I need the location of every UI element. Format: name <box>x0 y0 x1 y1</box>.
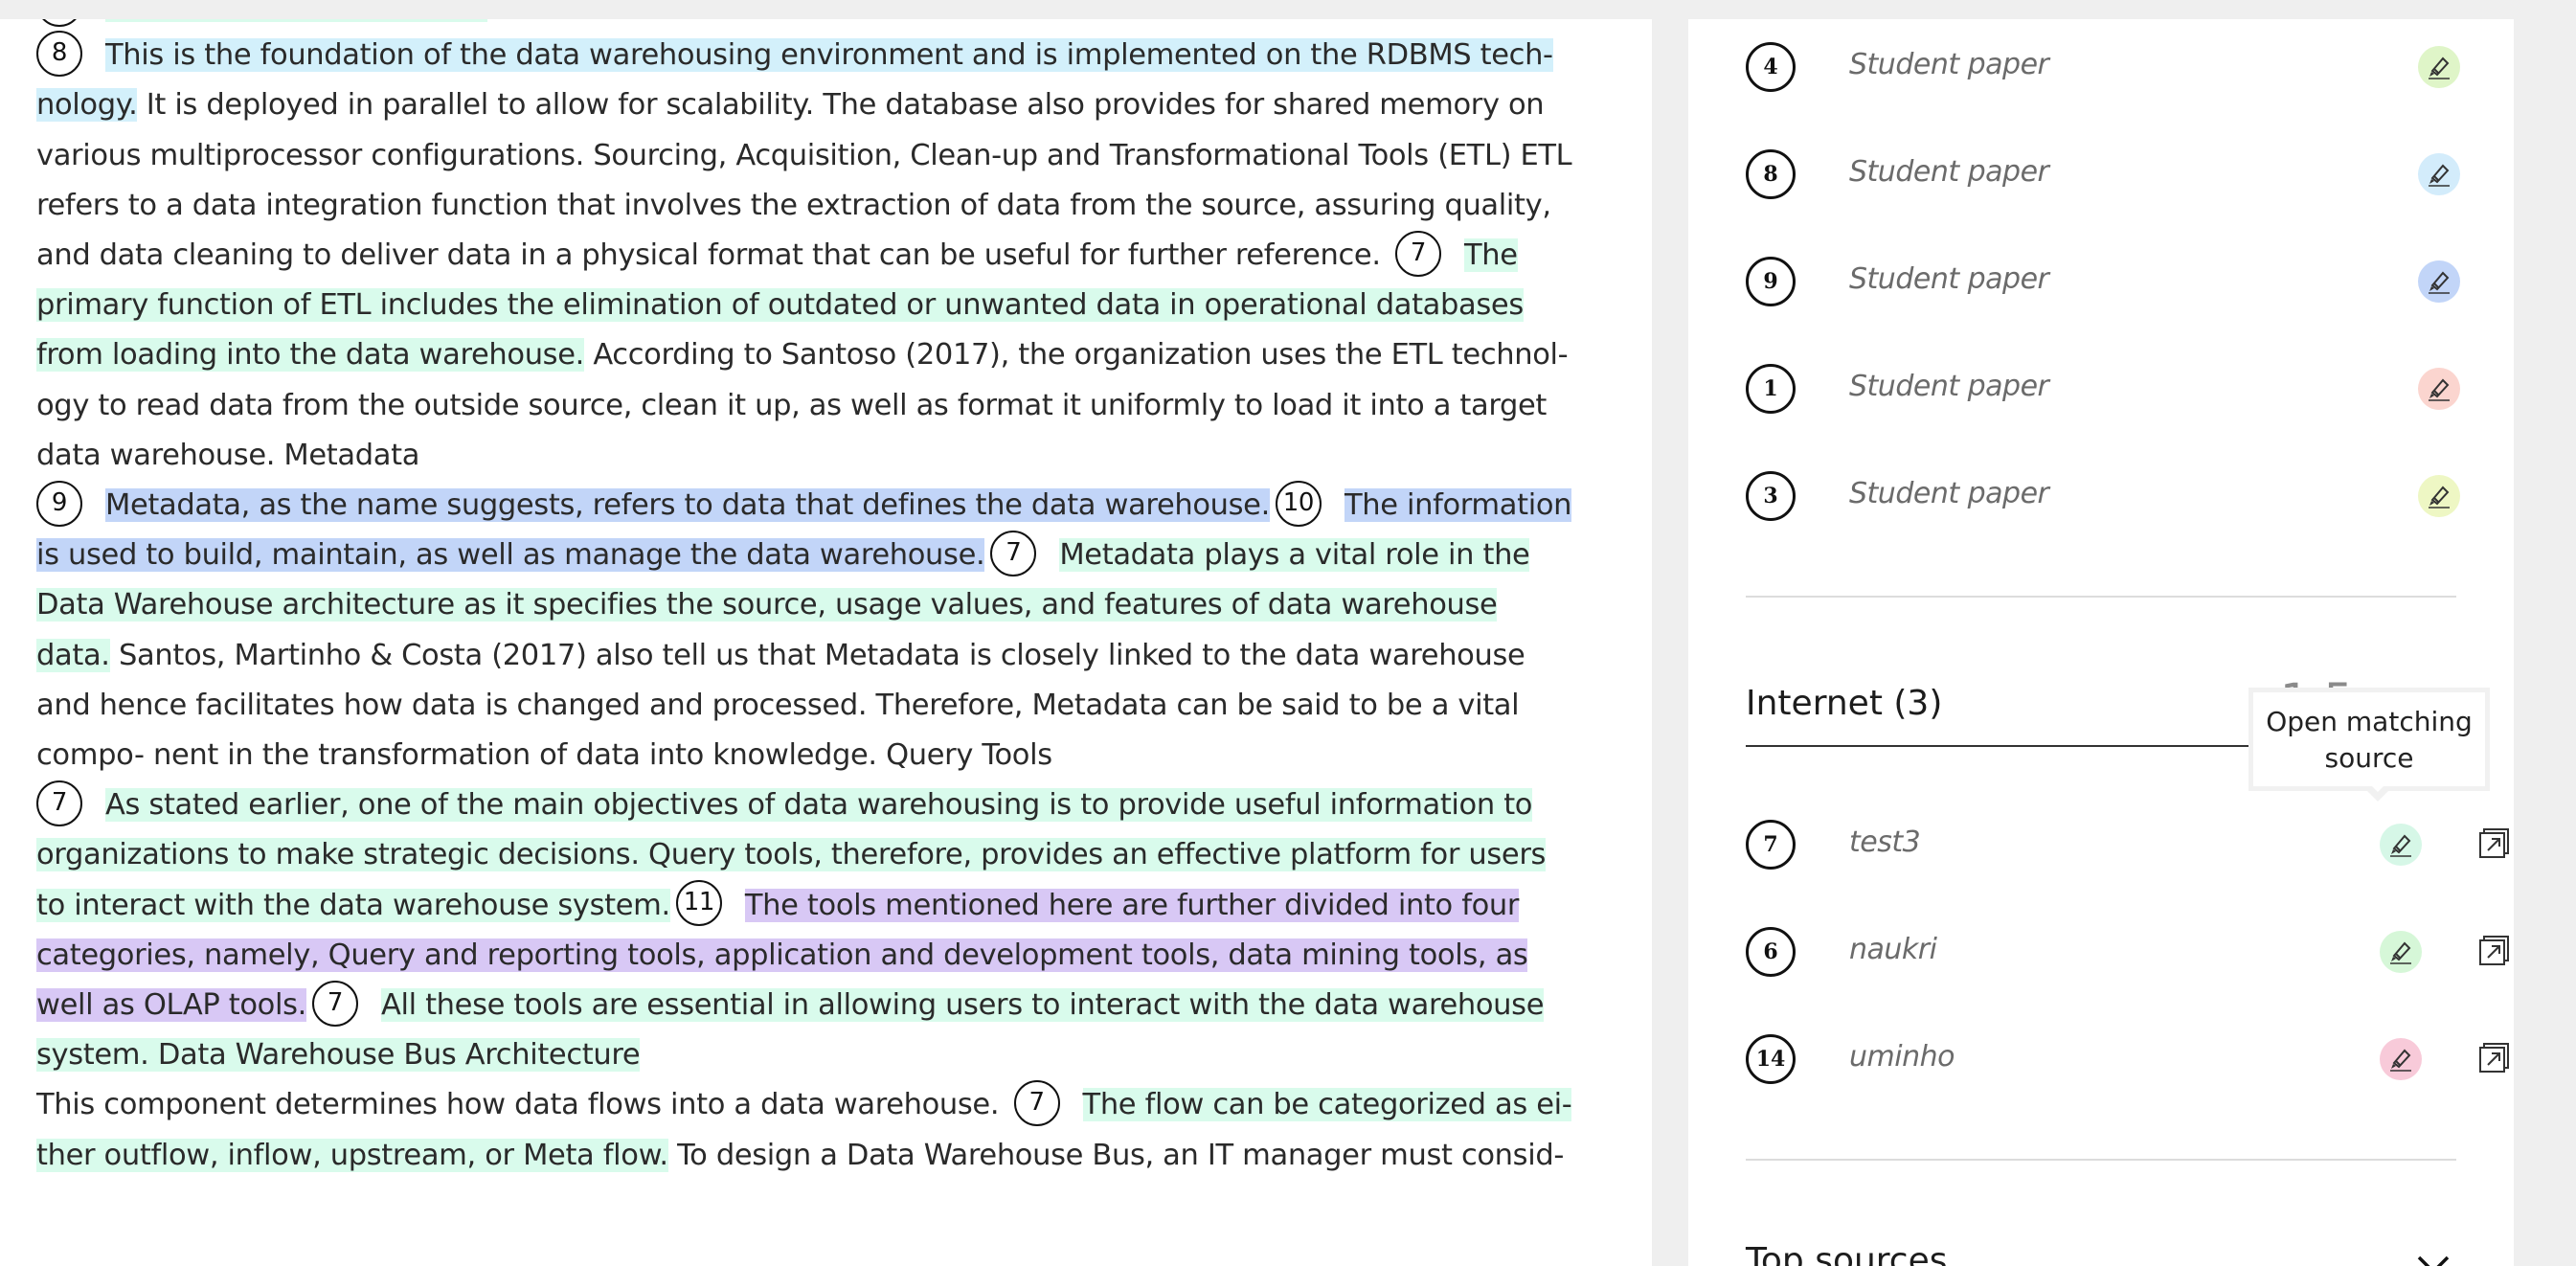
match-overview-panel: 4 Student paper 8 Student paper 9 Student pap… <box>1688 19 2514 1266</box>
open-source-icon[interactable] <box>2477 1040 2514 1078</box>
source-label: naukri <box>1849 933 1937 966</box>
highlighter-icon[interactable] <box>2418 46 2460 88</box>
source-number-badge: 6 <box>1746 927 1796 977</box>
top-sources-title: Top sources <box>1746 1241 1948 1266</box>
match-number-badge[interactable]: 10 <box>1275 480 1322 527</box>
source-number-badge: 3 <box>1746 471 1796 521</box>
source-row[interactable]: 9 Student paper <box>1746 241 2474 318</box>
source-row[interactable]: 4 Student paper <box>1746 27 2474 103</box>
source-number-badge: 14 <box>1746 1034 1796 1084</box>
match-number-badge[interactable]: 7 <box>1013 1079 1060 1126</box>
chevron-down-icon[interactable] <box>2416 1255 2451 1266</box>
tooltip-arrow <box>2362 781 2393 802</box>
highlighter-icon[interactable] <box>2380 931 2422 973</box>
match-number-badge[interactable]: 11 <box>675 880 722 927</box>
top-sources-header[interactable]: Top sources <box>1746 1233 2456 1266</box>
highlighter-icon[interactable] <box>2418 153 2460 195</box>
source-number-badge: 1 <box>1746 364 1796 414</box>
source-label: Student paper <box>1849 155 2049 189</box>
body-text: Santos, Martinho & Costa (2017) also tel… <box>36 638 1525 773</box>
section-divider <box>1746 1159 2456 1161</box>
section-divider <box>1746 596 2456 598</box>
highlighter-icon[interactable] <box>2418 260 2460 303</box>
highlighter-icon[interactable] <box>2380 1038 2422 1080</box>
source-label: Student paper <box>1849 48 2049 81</box>
source-row[interactable]: 6 naukri <box>1746 912 2509 988</box>
paragraph: 8 This is the foundation of the data ware… <box>36 30 1578 481</box>
paragraph: 7 Data Warehouse Database <box>36 19 1578 31</box>
source-label: uminho <box>1849 1040 1955 1074</box>
document-text: 7 Data Warehouse Database 8This is the fou… <box>36 19 1578 1181</box>
source-number-badge: 7 <box>1746 820 1796 870</box>
match-number-badge[interactable]: 9 <box>36 480 82 527</box>
document-viewer: 7 Data Warehouse Database 8This is the fou… <box>0 19 1652 1266</box>
match-number-badge[interactable]: 7 <box>990 530 1037 576</box>
match-number-badge[interactable]: 7 <box>1395 230 1442 277</box>
source-label: Student paper <box>1849 370 2049 403</box>
match-number-badge[interactable]: 7 <box>36 780 82 826</box>
tooltip-line: Open matching <box>2266 706 2473 737</box>
source-row[interactable]: 8 Student paper <box>1746 134 2474 211</box>
source-number-badge: 4 <box>1746 42 1796 92</box>
tooltip-line: source <box>2324 742 2414 774</box>
body-text: This component determines how data flows… <box>36 1088 1008 1122</box>
match-number-badge[interactable]: 7 <box>311 980 358 1027</box>
paragraph: 9 Metadata, as the name suggests, refers … <box>36 480 1578 780</box>
source-row[interactable]: 1 Student paper <box>1746 349 2474 425</box>
source-label: test3 <box>1849 825 1921 859</box>
source-row[interactable]: 3 Student paper <box>1746 456 2474 532</box>
source-label: Student paper <box>1849 262 2049 296</box>
open-matching-source-tooltip: Open matching source <box>2248 688 2490 791</box>
open-source-icon[interactable] <box>2477 825 2514 864</box>
match-number-badge[interactable]: 8 <box>36 30 82 77</box>
body-text: It is deployed in parallel to allow for … <box>36 88 1572 273</box>
highlighter-icon[interactable] <box>2418 368 2460 410</box>
paragraph: This component determines how data flows… <box>36 1079 1578 1180</box>
internet-section-title: Internet (3) <box>1746 684 1943 723</box>
paragraph: 7 As stated earlier, one of the main obje… <box>36 780 1578 1080</box>
highlighter-icon[interactable] <box>2380 824 2422 866</box>
source-row[interactable]: 7 test3 <box>1746 804 2509 881</box>
source-number-badge: 9 <box>1746 257 1796 306</box>
open-source-icon[interactable] <box>2477 933 2514 971</box>
source-label: Student paper <box>1849 477 2049 510</box>
highlighted-match[interactable]: Metadata, as the name suggests, refers t… <box>105 488 1270 523</box>
match-number-badge[interactable]: 7 <box>36 19 82 27</box>
body-text: To design a Data Warehouse Bus, an IT ma… <box>667 1138 1564 1172</box>
source-row[interactable]: 14 uminho <box>1746 1019 2509 1096</box>
highlighted-match[interactable]: Data Warehouse Database <box>105 19 488 22</box>
highlighter-icon[interactable] <box>2418 475 2460 517</box>
source-number-badge: 8 <box>1746 149 1796 199</box>
